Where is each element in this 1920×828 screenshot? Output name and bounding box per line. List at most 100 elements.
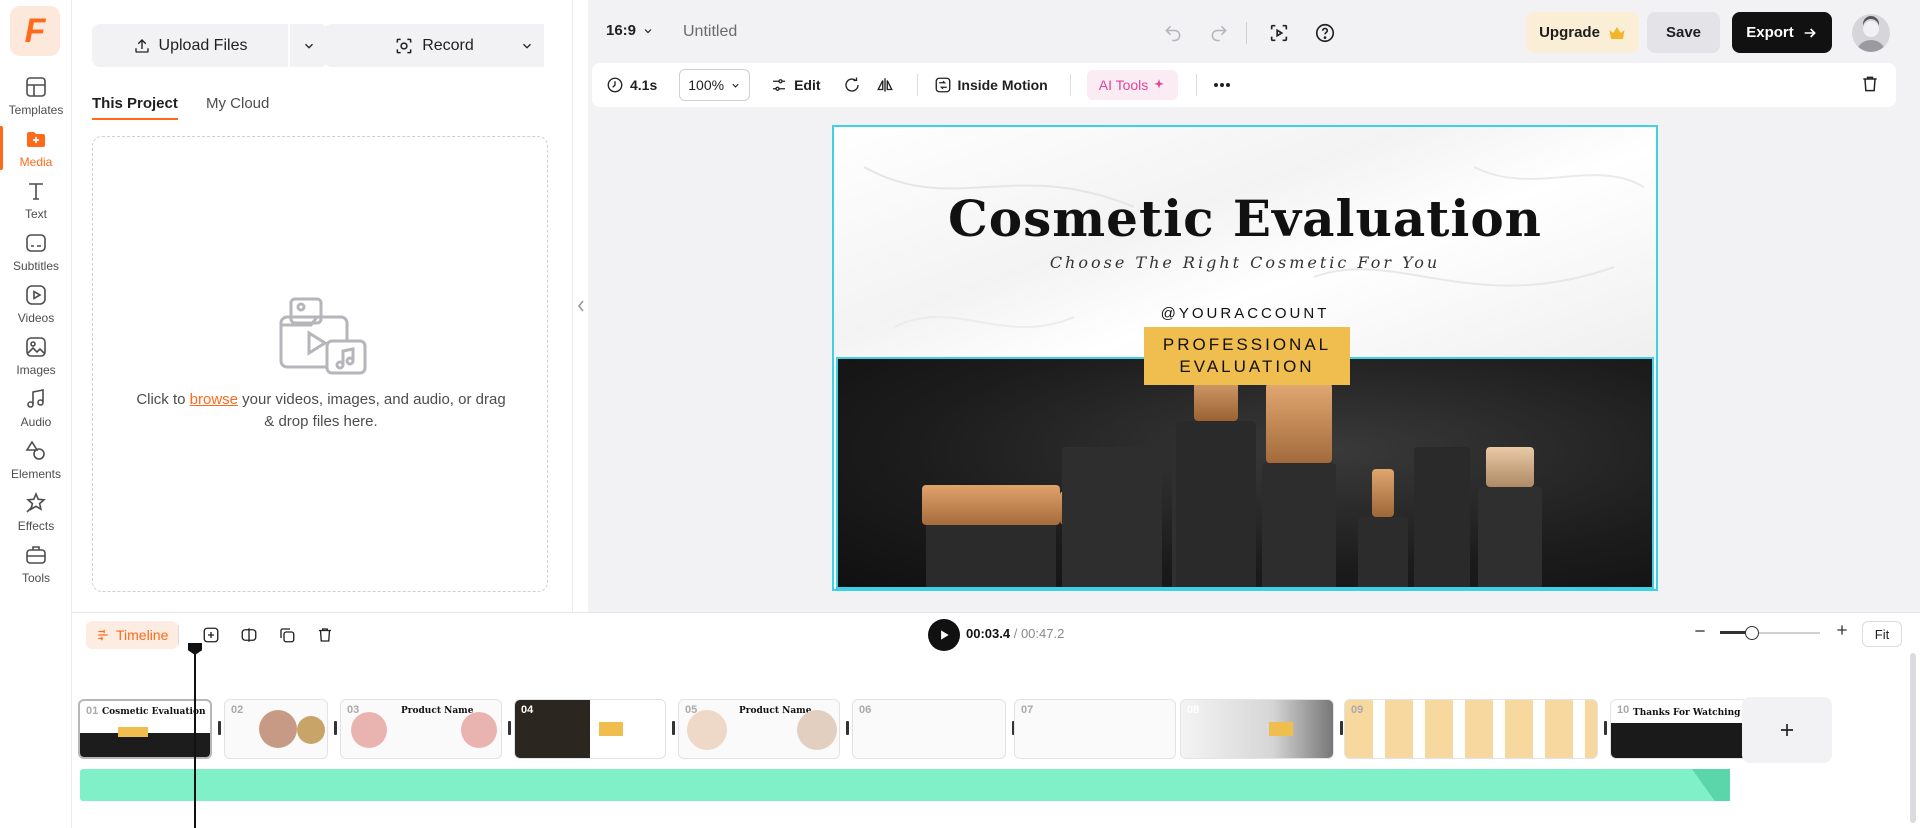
clip-transition-handle[interactable]: [1604, 721, 1607, 735]
delete-element-button[interactable]: [1860, 74, 1880, 97]
slim-tube: [1414, 447, 1470, 587]
upload-files-button[interactable]: Upload Files: [92, 24, 288, 67]
add-square-icon: [203, 627, 219, 643]
scene-clip-02[interactable]: 02: [224, 699, 328, 759]
scene-clip-05[interactable]: 05 Product Name: [678, 699, 840, 759]
media-icon: [27, 132, 45, 147]
aspect-ratio-select[interactable]: 16:9: [606, 22, 654, 39]
sparkle-icon: [1154, 79, 1164, 89]
audio-track[interactable]: [80, 769, 1730, 801]
scene-clip-07[interactable]: 07: [1014, 699, 1176, 759]
zoom-slider-knob[interactable]: [1745, 626, 1759, 640]
rail-item-effects[interactable]: Effects: [0, 484, 72, 540]
chevron-down-icon: [305, 43, 313, 49]
inside-motion-button[interactable]: Inside Motion: [934, 76, 1048, 94]
media-dropzone[interactable]: Click to browse your videos, images, and…: [92, 136, 548, 592]
save-button[interactable]: Save: [1647, 12, 1720, 53]
scene-clip-01[interactable]: 01 Cosmetic Evaluation: [78, 699, 212, 759]
evaluation-badge[interactable]: PROFESSIONAL EVALUATION: [1144, 327, 1350, 385]
document-title[interactable]: Untitled: [683, 23, 737, 41]
clip-transition-handle[interactable]: [1340, 721, 1343, 735]
sliders-icon: [773, 79, 786, 91]
app-logo[interactable]: F: [10, 6, 60, 56]
scene-clip-09[interactable]: 09: [1344, 699, 1598, 759]
timeline-scrollbar[interactable]: [1910, 653, 1916, 823]
rail-item-elements[interactable]: Elements: [0, 432, 72, 488]
clock-icon: [607, 77, 623, 93]
flip-button[interactable]: [875, 76, 895, 94]
images-icon: [26, 337, 46, 357]
clip-transition-handle[interactable]: [508, 721, 511, 735]
browse-link[interactable]: browse: [190, 391, 238, 408]
duration-control[interactable]: 4.1s: [606, 76, 657, 94]
redo-button[interactable]: [1206, 20, 1232, 46]
record-options-dropdown[interactable]: [510, 24, 544, 67]
slide-account[interactable]: @YOURACCOUNT: [834, 305, 1656, 322]
dropper-cap: [1266, 383, 1332, 463]
slide-canvas[interactable]: Cosmetic Evaluation Choose The Right Cos…: [832, 125, 1658, 591]
trash-icon: [1863, 76, 1877, 92]
clip-transition-handle[interactable]: [846, 721, 849, 735]
editor-area: 16:9 Untitled Upgrade Save Export 4.1s 1…: [588, 0, 1920, 612]
add-scene-button[interactable]: [200, 624, 222, 646]
timeline-zoom-slider[interactable]: [1720, 626, 1820, 640]
scene-clip-10[interactable]: 10 Thanks For Watching: [1610, 699, 1748, 759]
rail-item-images[interactable]: Images: [0, 328, 72, 384]
more-icon: [1214, 83, 1231, 87]
tab-this-project[interactable]: This Project: [92, 95, 178, 120]
text-icon: [29, 183, 43, 200]
audio-icon: [27, 389, 44, 408]
split-button[interactable]: [238, 624, 260, 646]
edit-button[interactable]: Edit: [770, 76, 821, 94]
tools-icon: [26, 546, 46, 564]
slide-subtitle[interactable]: Choose The Right Cosmetic For You: [834, 253, 1656, 272]
tab-my-cloud[interactable]: My Cloud: [206, 95, 269, 118]
minus-icon: [1695, 630, 1705, 632]
ai-tools-button[interactable]: AI Tools: [1086, 70, 1179, 100]
record-icon: [396, 38, 412, 53]
product-photo[interactable]: [836, 357, 1654, 589]
arrow-right-icon: [1804, 27, 1816, 38]
panel-collapse-handle[interactable]: [572, 0, 588, 612]
clip-transition-handle[interactable]: [672, 721, 675, 735]
duplicate-button[interactable]: [276, 624, 298, 646]
rail-item-videos[interactable]: Videos: [0, 276, 72, 332]
media-panel: Upload Files Record This Project My Clou…: [72, 0, 572, 612]
delete-scene-button[interactable]: [314, 624, 336, 646]
clip-thumb: [687, 710, 727, 750]
clip-transition-handle[interactable]: [334, 721, 337, 735]
scene-clip-06[interactable]: 06: [852, 699, 1006, 759]
clip-thumb: [259, 710, 297, 748]
rail-item-subtitles[interactable]: Subtitles: [0, 224, 72, 280]
add-clip-button[interactable]: [1742, 697, 1832, 763]
tube-product: [1062, 447, 1162, 587]
rail-item-tools[interactable]: Tools: [0, 536, 72, 592]
play-button[interactable]: [928, 619, 960, 651]
scene-clip-03[interactable]: 03 Product Name: [340, 699, 502, 759]
preview-button[interactable]: [1266, 20, 1292, 46]
export-button[interactable]: Export: [1732, 12, 1832, 53]
scene-clip-04[interactable]: 04: [514, 699, 666, 759]
clip-transition-handle[interactable]: [218, 721, 221, 735]
toolbar-divider: [916, 74, 918, 96]
rail-item-templates[interactable]: Templates: [0, 68, 72, 124]
rotate-icon: [844, 77, 859, 92]
scene-clip-08[interactable]: 08: [1180, 699, 1334, 759]
zoom-out-button[interactable]: [1692, 623, 1708, 644]
timeline-toggle[interactable]: Timeline: [86, 621, 179, 649]
user-avatar[interactable]: [1852, 14, 1890, 52]
playhead[interactable]: [194, 649, 196, 828]
rail-item-text[interactable]: Text: [0, 172, 72, 228]
rail-item-media[interactable]: Media: [0, 120, 72, 176]
undo-button[interactable]: [1160, 20, 1186, 46]
fit-button[interactable]: Fit: [1862, 621, 1902, 647]
zoom-in-button[interactable]: [1834, 621, 1850, 644]
canvas-zoom-select[interactable]: 100%: [679, 69, 751, 101]
rotate-button[interactable]: [843, 76, 861, 94]
more-options-button[interactable]: [1213, 82, 1231, 88]
upload-options-dropdown[interactable]: [290, 24, 328, 67]
rail-item-audio[interactable]: Audio: [0, 380, 72, 436]
upgrade-button[interactable]: Upgrade: [1526, 12, 1639, 53]
slide-title[interactable]: Cosmetic Evaluation: [834, 189, 1656, 248]
help-button[interactable]: [1312, 20, 1338, 46]
